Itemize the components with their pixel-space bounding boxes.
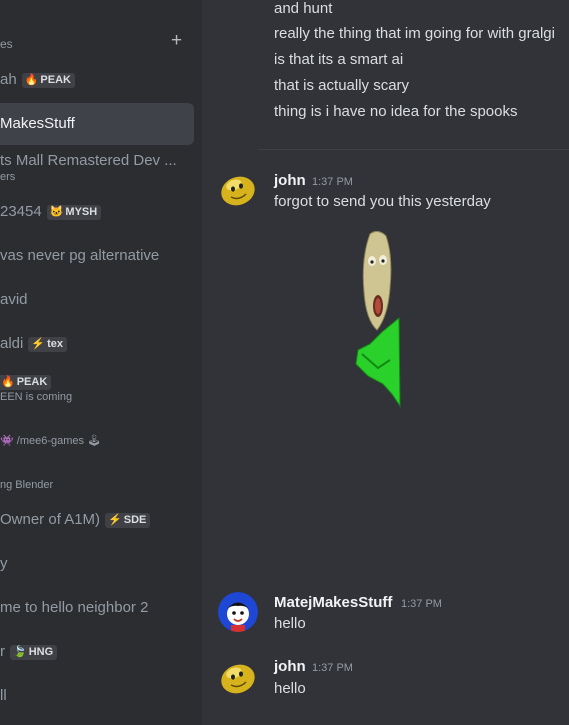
dm-item[interactable]: 23454 🐱 MYSH [0,200,194,224]
user-tag: 🔥 PEAK [0,375,52,390]
user-tag: 🐱 MYSH [46,205,102,220]
image-attachment[interactable] [352,228,404,408]
dm-name: vas never pg alternative [0,247,160,264]
user-tag: ⚡ tex [28,337,67,352]
dm-name: 23454 🐱 MYSH [0,203,102,220]
dm-name: aldi ⚡ tex [0,335,67,352]
user-tag: 🍃 HNG [10,645,58,660]
message-timestamp: 1:37 PM [401,598,442,610]
dm-item[interactable]: 👾 /mee6-games 🕹 [0,430,194,452]
user-tag: 🔥 PEAK [21,73,75,88]
chat-area: and hunt really the thing that im going … [202,0,569,725]
dm-item[interactable]: ah 🔥 PEAK [0,68,194,92]
yellow-bean-avatar[interactable] [218,658,258,698]
message-line: is that its a smart ai [274,51,404,68]
dm-header-label: es [0,37,13,51]
dm-name: ts Mall Remastered Dev ... [0,152,177,169]
cat-icon: 🐱 [49,206,64,218]
message-text: hello [274,680,306,697]
dm-item[interactable]: avid [0,288,194,312]
dm-item[interactable]: aldi ⚡ tex [0,332,194,356]
plus-icon[interactable]: + [171,31,182,51]
dm-item[interactable]: y [0,552,194,576]
dm-name: r 🍃 HNG [0,643,58,660]
yellow-bean-avatar[interactable] [218,170,258,210]
dm-name: ll [0,687,7,704]
joystick-icon: 🕹 [87,435,102,447]
dm-name: me to hello neighbor 2 [0,599,149,616]
message-text: forgot to send you this yesterday [274,193,491,210]
message-timestamp: 1:37 PM [312,662,353,674]
blue-face-avatar[interactable] [218,592,258,632]
message-line: thing is i have no idea for the spooks [274,103,518,120]
message-divider [258,149,569,150]
dm-item[interactable]: ts Mall Remastered Dev ... ers [0,150,194,186]
dm-name: ah 🔥 PEAK [0,71,75,88]
dm-sidebar: es + ah 🔥 PEAK MakesStuff ts Mall Remaster… [0,0,202,725]
dm-subtext: EEN is coming [0,391,73,403]
user-tag: ⚡ SDE [105,513,151,528]
dm-item[interactable]: me to hello neighbor 2 [0,596,194,620]
leaf-icon: 🍃 [13,646,27,658]
dm-name: 🔥 PEAK [0,373,52,390]
dm-name: Owner of A1M) ⚡ SDE [0,511,151,528]
alien-icon: 👾 [0,435,14,447]
message-line: really the thing that im going for with … [274,25,555,42]
dm-subtext: ng Blender [0,479,54,491]
dm-item[interactable]: Owner of A1M) ⚡ SDE [0,508,194,532]
dm-item[interactable]: ng Blender [0,476,194,496]
dm-item[interactable]: 🔥 PEAK EEN is coming [0,372,194,406]
message-author[interactable]: john [274,172,306,189]
dm-name: avid [0,291,28,308]
message-line: and hunt [274,0,333,17]
message-line: that is actually scary [274,77,410,94]
lightning-icon: ⚡ [31,338,46,350]
lightning-icon: ⚡ [108,514,122,526]
message-author[interactable]: MatejMakesStuff [274,594,392,611]
dm-subtext: 👾 /mee6-games 🕹 [0,435,102,447]
dm-list-header: es + [0,31,202,54]
dm-item[interactable]: r 🍃 HNG [0,640,194,664]
message-timestamp: 1:37 PM [312,176,353,188]
message-author[interactable]: john [274,658,306,675]
flame-icon: 🔥 [1,376,15,388]
dm-name: MakesStuff [0,115,75,132]
message-text: hello [274,615,306,632]
dm-item[interactable]: ll [0,684,194,708]
dm-name: y [0,555,8,572]
dm-subtext: ers [0,171,16,183]
dm-item[interactable]: vas never pg alternative [0,244,194,268]
dm-item-selected[interactable]: MakesStuff [0,103,194,145]
flame-icon: 🔥 [24,74,39,86]
